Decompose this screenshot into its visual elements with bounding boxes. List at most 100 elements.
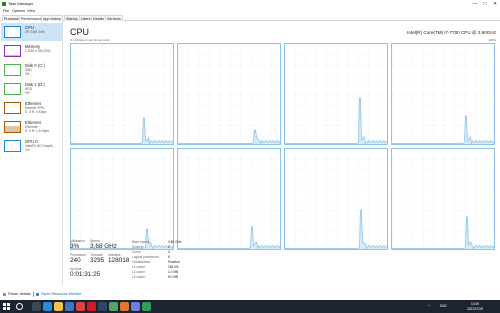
fewer-details-label: Fewer details xyxy=(8,292,31,296)
uptime-value: 0:01:31:25 xyxy=(70,271,101,278)
sidebar: CPU 3% 3.68 GHz Memory 1.5/16.0 GB (9%) … xyxy=(0,21,63,285)
chrome-icon[interactable] xyxy=(76,302,85,311)
logical-processor-graph xyxy=(177,43,281,145)
logical-processor-graph xyxy=(284,148,388,250)
task-manager-icon[interactable] xyxy=(142,302,151,311)
title-bar: Task Manager — □ ✕ xyxy=(0,0,500,8)
tab-strip: Processes Performance App history Startu… xyxy=(0,14,500,21)
media-icon[interactable] xyxy=(120,302,129,311)
cpu-usage-area xyxy=(392,116,494,144)
detail-key: Cores: xyxy=(132,250,142,254)
cpu-stats: Utilization 3% Speed 3,68 GHz Processes … xyxy=(68,236,498,286)
sidebar-item-detail: 3% 3.68 GHz xyxy=(25,30,45,34)
detail-key: L1 cache: xyxy=(132,265,146,269)
clock-date: 2022/07/28 xyxy=(467,306,483,311)
cpu-usage-svg xyxy=(71,44,173,144)
sidebar-item-detail: S: 0 R: 1.6 Kbps xyxy=(25,129,50,133)
utilization-caption: % Utilization over 60 seconds xyxy=(70,38,110,42)
detail-value: 1 xyxy=(168,245,170,249)
sidebar-item-disk-0[interactable]: Disk 0 (C:) SSD 0% xyxy=(1,61,62,79)
close-button[interactable]: ✕ xyxy=(490,0,500,8)
detail-value: 256 KB xyxy=(168,265,179,269)
detail-key: L3 cache: xyxy=(132,275,146,279)
sidebar-item-detail: 0% xyxy=(25,91,30,95)
detail-value: 8.0 MB xyxy=(168,275,179,279)
logical-processor-graph xyxy=(391,148,495,250)
cpu-usage-svg xyxy=(392,149,494,249)
clock[interactable]: 13:49 2022/07/28 xyxy=(462,302,488,311)
chevron-up-icon xyxy=(3,292,6,296)
logical-processor-graph xyxy=(70,43,174,145)
detail-key: L2 cache: xyxy=(132,270,146,274)
threads-value: 3295 xyxy=(90,257,105,264)
task-view-icon[interactable] xyxy=(32,302,41,311)
detail-key: Virtualization: xyxy=(132,260,152,264)
sidebar-item-ethernet-vpn[interactable]: Ethernet Radmin VPN S: 0 R: 0 Kbps xyxy=(1,99,62,117)
detail-value: Enabled xyxy=(168,260,180,264)
cpu-usage-area xyxy=(71,118,173,144)
utilization-max: 100% xyxy=(488,38,496,42)
sidebar-item-gpu[interactable]: GPU 0 Intel(R) HD Graphi... 1% xyxy=(1,137,62,155)
logical-processor-graph xyxy=(177,148,281,250)
speed-value: 3,68 GHz xyxy=(90,243,117,250)
opera-icon[interactable] xyxy=(87,302,96,311)
memory-thumbnail xyxy=(4,45,21,57)
sidebar-item-ethernet[interactable]: Ethernet Ethernet S: 0 R: 1.6 Kbps xyxy=(1,118,62,136)
sidebar-item-memory[interactable]: Memory 1.5/16.0 GB (9%) xyxy=(1,42,62,60)
page-title: CPU xyxy=(70,27,90,37)
sidebar-item-detail: 1.5/16.0 GB (9%) xyxy=(25,49,51,53)
sidebar-item-disk-1[interactable]: Disk 1 (D:) HDD 0% xyxy=(1,80,62,98)
detail-key: Logical processors: xyxy=(132,255,160,259)
fewer-details-link[interactable]: Fewer details xyxy=(3,291,31,297)
resource-monitor-icon xyxy=(36,292,39,296)
gpu-thumbnail xyxy=(4,140,21,152)
utilization-value: 3% xyxy=(70,243,80,250)
cpu-usage-line xyxy=(178,130,280,143)
cpu-usage-svg xyxy=(71,149,173,249)
maximize-button[interactable]: □ xyxy=(480,0,490,8)
tray-chevron-icon[interactable]: ^ xyxy=(428,300,430,313)
steam-icon[interactable] xyxy=(98,302,107,311)
cpu-graph-grid xyxy=(70,43,496,251)
cpu-model: Intel(R) Core(TM) i7-7700 CPU @ 3.60GHz xyxy=(407,30,496,35)
processes-value: 240 xyxy=(70,257,81,264)
store-icon[interactable] xyxy=(65,302,74,311)
sidebar-item-detail: 0% xyxy=(25,72,30,76)
window-title: Task Manager xyxy=(8,1,34,6)
search-icon[interactable] xyxy=(16,303,23,310)
edge-icon[interactable] xyxy=(43,302,52,311)
logical-processor-graph xyxy=(284,43,388,145)
task-manager-icon xyxy=(2,2,6,6)
footer-bar: Fewer details Open Resource Monitor xyxy=(0,289,500,299)
cpu-usage-svg xyxy=(285,149,387,249)
sidebar-item-cpu[interactable]: CPU 3% 3.68 GHz xyxy=(1,23,62,41)
app-icon[interactable] xyxy=(109,302,118,311)
cpu-usage-area xyxy=(285,98,387,144)
logical-processor-graph xyxy=(70,148,174,250)
cpu-usage-svg xyxy=(285,44,387,144)
cpu-usage-line xyxy=(392,116,494,143)
minimize-button[interactable]: — xyxy=(470,0,480,8)
language-indicator[interactable]: ENG xyxy=(440,300,447,313)
handles-value: 128018 xyxy=(108,257,130,264)
start-button[interactable] xyxy=(3,303,10,310)
discord-icon[interactable] xyxy=(131,302,140,311)
taskbar: ^ ENG 13:49 2022/07/28 xyxy=(0,300,500,313)
logical-processor-graph xyxy=(391,43,495,145)
disk-thumbnail xyxy=(4,83,21,95)
detail-value: 3.60 GHz xyxy=(168,240,182,244)
divider xyxy=(33,292,34,297)
detail-key: Base speed: xyxy=(132,240,150,244)
cpu-usage-svg xyxy=(178,149,280,249)
cpu-usage-line xyxy=(285,98,387,143)
sidebar-item-detail: S: 0 R: 0 Kbps xyxy=(25,110,47,114)
open-resource-monitor-link[interactable]: Open Resource Monitor xyxy=(36,291,81,297)
cpu-usage-svg xyxy=(178,44,280,144)
disk-thumbnail xyxy=(4,64,21,76)
cpu-usage-line xyxy=(71,118,173,143)
cpu-panel: CPU Intel(R) Core(TM) i7-7700 CPU @ 3.60… xyxy=(68,21,498,285)
detail-value: 8 xyxy=(168,255,170,259)
detail-key: Sockets: xyxy=(132,245,145,249)
file-explorer-icon[interactable] xyxy=(54,302,63,311)
sidebar-item-detail: 1% xyxy=(25,148,30,152)
